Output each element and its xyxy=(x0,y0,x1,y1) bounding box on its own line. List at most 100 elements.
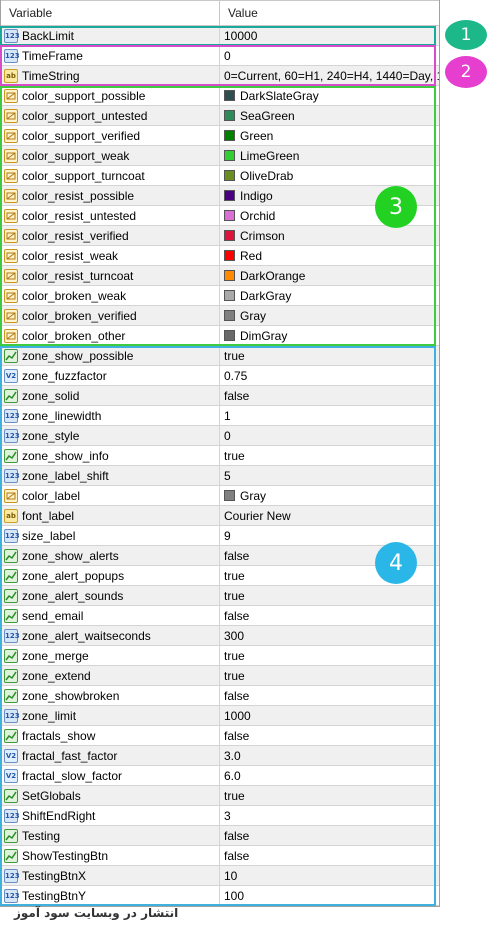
header-value[interactable]: Value xyxy=(220,1,439,25)
value-cell[interactable]: 100 xyxy=(220,886,439,905)
table-row[interactable]: zone_extend true xyxy=(1,666,439,686)
value-cell[interactable]: DarkOrange xyxy=(220,266,439,285)
value-cell[interactable]: DarkGray xyxy=(220,286,439,305)
table-row[interactable]: color_resist_weak Red xyxy=(1,246,439,266)
value-cell[interactable]: 1000 xyxy=(220,706,439,725)
value-cell[interactable]: LimeGreen xyxy=(220,146,439,165)
table-row[interactable]: color_resist_turncoat DarkOrange xyxy=(1,266,439,286)
table-row[interactable]: SetGlobals true xyxy=(1,786,439,806)
table-row[interactable]: 123 TimeFrame 0 xyxy=(1,46,439,66)
value-cell[interactable]: 0 xyxy=(220,426,439,445)
value-cell[interactable]: true xyxy=(220,586,439,605)
table-row[interactable]: Testing false xyxy=(1,826,439,846)
value-cell[interactable]: 0 xyxy=(220,46,439,65)
table-row[interactable]: color_resist_possible Indigo xyxy=(1,186,439,206)
value-cell[interactable]: true xyxy=(220,346,439,365)
table-row[interactable]: 123 ShiftEndRight 3 xyxy=(1,806,439,826)
value-cell[interactable]: Red xyxy=(220,246,439,265)
table-row[interactable]: color_resist_verified Crimson xyxy=(1,226,439,246)
table-row[interactable]: 123 TestingBtnX 10 xyxy=(1,866,439,886)
value-cell[interactable]: false xyxy=(220,686,439,705)
value-cell[interactable]: false xyxy=(220,726,439,745)
value-cell[interactable]: 0=Current, 60=H1, 240=H4, 1440=Day, 10..… xyxy=(220,66,439,85)
table-row[interactable]: color_support_turncoat OliveDrab xyxy=(1,166,439,186)
color-swatch[interactable] xyxy=(224,210,235,221)
table-row[interactable]: V2 fractal_slow_factor 6.0 xyxy=(1,766,439,786)
color-swatch[interactable] xyxy=(224,110,235,121)
table-row[interactable]: fractals_show false xyxy=(1,726,439,746)
table-row[interactable]: color_support_weak LimeGreen xyxy=(1,146,439,166)
color-swatch[interactable] xyxy=(224,490,235,501)
value-cell[interactable]: Crimson xyxy=(220,226,439,245)
value-cell[interactable]: 1 xyxy=(220,406,439,425)
value-cell[interactable]: Gray xyxy=(220,486,439,505)
color-swatch[interactable] xyxy=(224,310,235,321)
value-cell[interactable]: 5 xyxy=(220,466,439,485)
table-row[interactable]: color_broken_verified Gray xyxy=(1,306,439,326)
table-row[interactable]: 123 BackLimit 10000 xyxy=(1,26,439,46)
value-cell[interactable]: 3 xyxy=(220,806,439,825)
table-row[interactable]: 123 zone_label_shift 5 xyxy=(1,466,439,486)
table-row[interactable]: V2 fractal_fast_factor 3.0 xyxy=(1,746,439,766)
value-cell[interactable]: false xyxy=(220,846,439,865)
color-swatch[interactable] xyxy=(224,190,235,201)
color-swatch[interactable] xyxy=(224,90,235,101)
table-row[interactable]: send_email false xyxy=(1,606,439,626)
value-cell[interactable]: SeaGreen xyxy=(220,106,439,125)
table-row[interactable]: ab font_label Courier New xyxy=(1,506,439,526)
table-row[interactable]: zone_show_possible true xyxy=(1,346,439,366)
table-row[interactable]: zone_merge true xyxy=(1,646,439,666)
color-swatch[interactable] xyxy=(224,250,235,261)
table-row[interactable]: 123 zone_alert_waitseconds 300 xyxy=(1,626,439,646)
value-cell[interactable]: true xyxy=(220,446,439,465)
color-swatch[interactable] xyxy=(224,330,235,341)
table-row[interactable]: color_resist_untested Orchid xyxy=(1,206,439,226)
value-cell[interactable]: OliveDrab xyxy=(220,166,439,185)
table-row[interactable]: 123 zone_linewidth 1 xyxy=(1,406,439,426)
table-row[interactable]: 123 TestingBtnY 100 xyxy=(1,886,439,906)
value-cell[interactable]: 10000 xyxy=(220,26,439,45)
table-row[interactable]: zone_show_info true xyxy=(1,446,439,466)
table-row[interactable]: zone_alert_sounds true xyxy=(1,586,439,606)
value-cell[interactable]: 0.75 xyxy=(220,366,439,385)
table-row[interactable]: V2 zone_fuzzfactor 0.75 xyxy=(1,366,439,386)
table-row[interactable]: zone_alert_popups true xyxy=(1,566,439,586)
table-row[interactable]: zone_showbroken false xyxy=(1,686,439,706)
table-row[interactable]: ab TimeString 0=Current, 60=H1, 240=H4, 14… xyxy=(1,66,439,86)
color-swatch[interactable] xyxy=(224,170,235,181)
table-row[interactable]: 123 zone_limit 1000 xyxy=(1,706,439,726)
table-row[interactable]: color_support_untested SeaGreen xyxy=(1,106,439,126)
table-row[interactable]: color_support_verified Green xyxy=(1,126,439,146)
table-row[interactable]: 123 size_label 9 xyxy=(1,526,439,546)
table-row[interactable]: color_broken_other DimGray xyxy=(1,326,439,346)
value-cell[interactable]: Courier New xyxy=(220,506,439,525)
value-cell[interactable]: Green xyxy=(220,126,439,145)
table-row[interactable]: zone_show_alerts false xyxy=(1,546,439,566)
value-cell[interactable]: DimGray xyxy=(220,326,439,345)
table-row[interactable]: ShowTestingBtn false xyxy=(1,846,439,866)
value-cell[interactable]: false xyxy=(220,826,439,845)
value-cell[interactable]: true xyxy=(220,646,439,665)
color-swatch[interactable] xyxy=(224,290,235,301)
value-cell[interactable]: 300 xyxy=(220,626,439,645)
value-cell[interactable]: DarkSlateGray xyxy=(220,86,439,105)
table-row[interactable]: color_support_possible DarkSlateGray xyxy=(1,86,439,106)
table-row[interactable]: color_label Gray xyxy=(1,486,439,506)
value-cell[interactable]: Gray xyxy=(220,306,439,325)
header-variable[interactable]: Variable xyxy=(1,1,220,25)
value-cell[interactable]: 9 xyxy=(220,526,439,545)
table-row[interactable]: color_broken_weak DarkGray xyxy=(1,286,439,306)
color-swatch[interactable] xyxy=(224,270,235,281)
color-swatch[interactable] xyxy=(224,130,235,141)
color-swatch[interactable] xyxy=(224,150,235,161)
value-cell[interactable]: 10 xyxy=(220,866,439,885)
color-swatch[interactable] xyxy=(224,230,235,241)
table-row[interactable]: zone_solid false xyxy=(1,386,439,406)
value-cell[interactable]: 6.0 xyxy=(220,766,439,785)
value-cell[interactable]: true xyxy=(220,666,439,685)
value-cell[interactable]: 3.0 xyxy=(220,746,439,765)
value-cell[interactable]: false xyxy=(220,386,439,405)
table-row[interactable]: 123 zone_style 0 xyxy=(1,426,439,446)
value-cell[interactable]: true xyxy=(220,786,439,805)
value-cell[interactable]: false xyxy=(220,606,439,625)
